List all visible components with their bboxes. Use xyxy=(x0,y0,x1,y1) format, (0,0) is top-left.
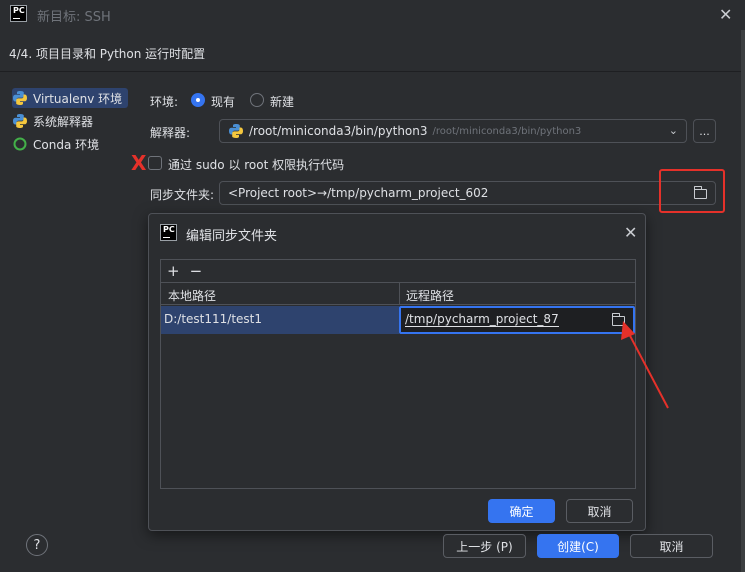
cancel-button[interactable]: 取消 xyxy=(630,534,713,558)
create-button[interactable]: 创建(C) xyxy=(537,534,619,558)
help-button[interactable]: ? xyxy=(26,534,48,556)
annotation-arrow xyxy=(621,321,669,409)
back-button[interactable]: 上一步 (P) xyxy=(443,534,526,558)
